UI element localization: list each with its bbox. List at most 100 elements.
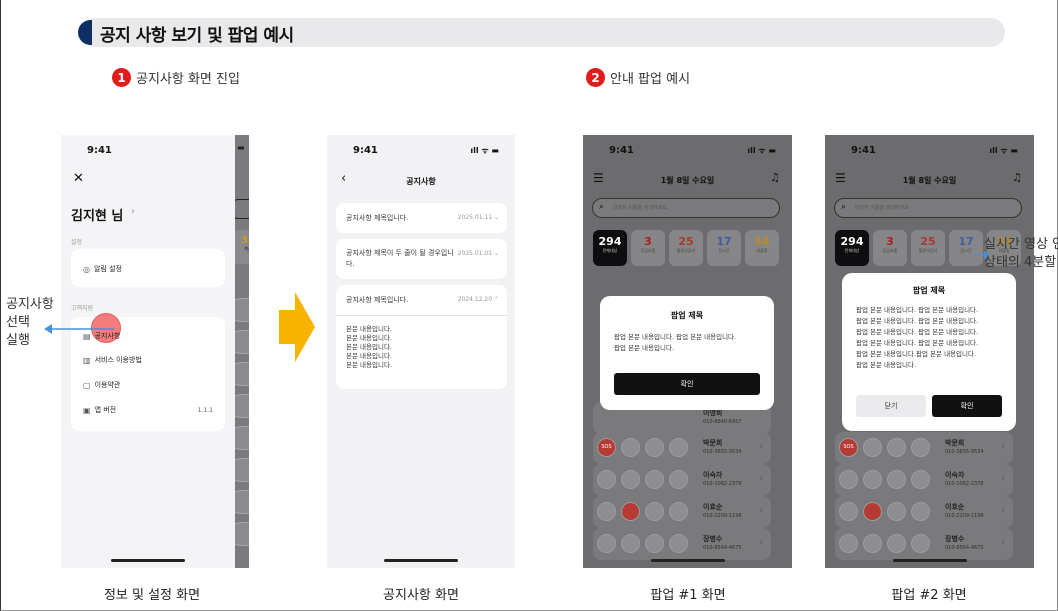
popup-confirm-button[interactable]: 확인: [932, 395, 1002, 417]
notice-item-title: 공지사항 제목입니다.: [346, 214, 409, 222]
menu-item-version: ▣ 앱 버전: [83, 405, 116, 415]
stat-emergency[interactable]: 3 응급호출: [631, 230, 665, 266]
list-item[interactable]: 이숙자 010-1082-2378 ›: [593, 464, 771, 496]
date-title: 1월 8일 수요일: [902, 176, 957, 185]
stat-emergency[interactable]: 3 응급호출: [873, 230, 907, 266]
search-icon: ⌕: [841, 202, 847, 212]
note-right-line-2: 상태의 4분할: [984, 255, 1057, 270]
status-icons: ıll ᯤ ▬: [747, 146, 776, 155]
menu-item-guide[interactable]: ▥ 서비스 이용방법: [83, 355, 142, 365]
close-icon[interactable]: ✕: [73, 171, 84, 186]
notice-item-1[interactable]: 공지사항 제목입니다. 2025.01.11 ⌄: [336, 203, 507, 233]
step-1-number: 1: [112, 68, 131, 87]
list-item[interactable]: SOS 박문희 010-3655-9534 ›: [835, 432, 1013, 464]
menu-item-guide-label: 서비스 이용방법: [94, 356, 142, 364]
user-name[interactable]: 김지현 님: [71, 205, 123, 224]
popup-dialog: 팝업 제목 팝업 본문 내용입니다. 팝업 본문 내용입니다. 팝업 본문 내용입…: [600, 296, 774, 410]
caption-1: 정보 및 설정 화면: [103, 588, 201, 603]
note-left-line-1: 공지사항: [6, 297, 54, 312]
alarm-icon: ◎: [83, 264, 90, 274]
status-bar: 9:41: [61, 145, 235, 161]
status-bar: 9:41 ıll ᯤ ▬: [825, 145, 1034, 161]
stat-total[interactable]: 294 전체대상: [593, 230, 627, 266]
home-indicator: [384, 559, 458, 562]
notice-title: 공지사항: [406, 177, 436, 186]
list-item[interactable]: 이숙자 010-1082-2378 ›: [835, 464, 1013, 496]
status-time: 9:41: [87, 145, 112, 156]
list-item[interactable]: 이효순 010-2209-1198 ›: [593, 496, 771, 528]
status-time: 9:41: [609, 145, 634, 156]
stat-inactive[interactable]: 25 활동미감지: [911, 230, 945, 266]
notice-item-3-expanded[interactable]: 공지사항 제목입니다. 2024.12.20 ⌃ 본문 내용입니다. 본문 내용입…: [336, 285, 507, 389]
version-icon: ▣: [83, 405, 91, 415]
search-placeholder: 대상자 이름을 검색하세요: [855, 205, 909, 211]
status-bar: 9:41 ıll ᯤ ▬: [327, 145, 515, 161]
menu-item-terms-label: 이용약관: [94, 381, 121, 389]
phone-notice-screen: 9:41 ıll ᯤ ▬ ‹ 공지사항 공지사항 제목입니다. 2025.01.1…: [327, 135, 515, 568]
step-2: 2 안내 팝업 예시: [586, 68, 690, 87]
popup-body: 팝업 본문 내용입니다. 팝업 본문 내용입니다. 팝업 본문 내용입니다. 팝업…: [856, 306, 979, 369]
popup-title: 팝업 제목: [670, 311, 704, 320]
note-right-line-1: 실시간 영상 연: [984, 237, 1058, 252]
bell-icon[interactable]: ♫: [770, 171, 780, 184]
caption-4: 팝업 #2 화면: [891, 588, 967, 603]
settings-panel: 9:41 ✕ 김지현 님 › 설정 ◎ 알림 설정 고객지원 ▤ 공지사항 ▥ 서비스…: [61, 135, 235, 568]
notice-item-date: 2024.12.20 ⌃: [457, 296, 499, 303]
version-value: 1.1.1: [197, 407, 213, 414]
alarm-setting-item[interactable]: ◎ 알림 설정: [83, 264, 122, 274]
menu-item-version-label: 앱 버전: [94, 406, 117, 414]
popup-dialog: 팝업 제목 팝업 본문 내용입니다. 팝업 본문 내용입니다. 팝업 본문 내용입…: [842, 273, 1016, 431]
step-1-label: 공지사항 화면 진입: [136, 72, 240, 87]
next-arrow-icon: [279, 292, 315, 362]
caption-3: 팝업 #1 화면: [650, 588, 726, 603]
home-indicator: [892, 559, 967, 562]
backdrop-dashboard: ▬ ♫ 34퇴근: [229, 135, 249, 568]
search-placeholder: 대상자 이름을 검색하세요: [613, 205, 667, 211]
notice-item-title: 공지사항 제목이 두 줄이 될 경우입니다.: [346, 249, 454, 268]
list-item[interactable]: 이효순 010-2209-1198 ›: [835, 496, 1013, 528]
notice-body: 본문 내용입니다. 본문 내용입니다. 본문 내용입니다. 본문 내용입니다. 본문 내…: [346, 325, 392, 369]
stat-long[interactable]: 17 장시간: [949, 230, 983, 266]
stat-long[interactable]: 17 장시간: [707, 230, 741, 266]
notice-item-2[interactable]: 공지사항 제목이 두 줄이 될 경우입니다. 2025.01.01 ⌄: [336, 239, 507, 279]
home-indicator: [111, 559, 185, 562]
note-right: 실시간 영상 연상태의 4분할: [984, 236, 1058, 272]
popup-confirm-button[interactable]: 확인: [614, 373, 760, 395]
search-icon: ⌕: [599, 202, 605, 212]
stat-inactive[interactable]: 25 활동미감지: [669, 230, 703, 266]
status-icons: ıll ᯤ ▬: [470, 146, 499, 155]
stat-out[interactable]: 34 외출중: [745, 230, 779, 266]
notice-item-date: 2025.01.01 ⌄: [457, 250, 499, 257]
chevron-right-icon: ›: [131, 206, 135, 217]
guide-icon: ▥: [83, 355, 91, 365]
popup-cancel-button[interactable]: 닫기: [856, 395, 926, 417]
caption-2: 공지사항 화면: [383, 588, 459, 603]
search-input[interactable]: ⌕ 대상자 이름을 검색하세요: [592, 198, 780, 218]
status-time: 9:41: [851, 145, 876, 156]
status-bar: 9:41 ıll ᯤ ▬: [583, 145, 792, 161]
popup-body: 팝업 본문 내용입니다. 팝업 본문 내용입니다. 팝업 본문 내용입니다.: [614, 333, 737, 352]
step-2-label: 안내 팝업 예시: [610, 72, 691, 87]
note-arrow-left: [44, 324, 114, 334]
step-1: 1 공지사항 화면 진입: [112, 68, 240, 87]
sos-badge: SOS: [839, 438, 858, 457]
phone-popup2-screen: 9:41 ıll ᯤ ▬ ☰ 1월 8일 수요일 ♫ ⌕ 대상자 이름을 검색하세요…: [825, 135, 1034, 568]
list-item[interactable]: 장병수 010-8564-4675 ›: [593, 528, 771, 560]
settings-card: ◎ 알림 설정: [71, 249, 225, 287]
bell-icon[interactable]: ♫: [1012, 171, 1022, 184]
search-input[interactable]: ⌕ 대상자 이름을 검색하세요: [834, 198, 1022, 218]
stat-total[interactable]: 294 전체대상: [835, 230, 869, 266]
list-item[interactable]: SOS 박문희 010-3655-9534 ›: [593, 432, 771, 464]
phone-popup1-screen: 9:41 ıll ᯤ ▬ ☰ 1월 8일 수요일 ♫ ⌕ 대상자 이름을 검색하세요…: [583, 135, 792, 568]
home-indicator: [650, 559, 725, 562]
alarm-label: 알림 설정: [93, 265, 122, 273]
date-title: 1월 8일 수요일: [660, 176, 715, 185]
terms-icon: ▢: [83, 380, 91, 390]
popup-title: 팝업 제목: [912, 286, 946, 295]
status-icons: ıll ᯤ ▬: [989, 146, 1018, 155]
notice-item-date: 2025.01.11 ⌄: [457, 214, 499, 221]
status-time: 9:41: [353, 145, 378, 156]
list-item[interactable]: 장병수 010-8564-4675 ›: [835, 528, 1013, 560]
step-2-number: 2: [586, 68, 605, 87]
menu-item-terms[interactable]: ▢ 이용약관: [83, 380, 120, 390]
